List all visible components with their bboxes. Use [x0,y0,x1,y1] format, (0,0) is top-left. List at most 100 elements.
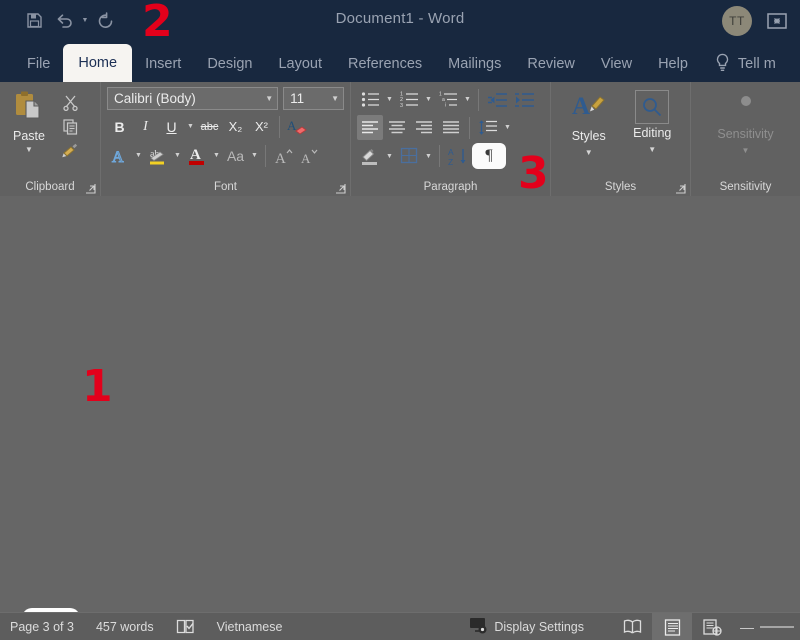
font-separator-2 [265,144,266,167]
zoom-out-button[interactable]: — [740,620,754,634]
document-canvas[interactable] [0,196,800,640]
editing-button-label: Editing [633,126,672,140]
styles-button[interactable]: A Styles ▼ [558,87,620,157]
font-dialog-launcher-icon[interactable] [334,182,346,194]
paste-button[interactable]: Paste ▼ [6,87,52,154]
styles-dropdown-caret[interactable]: ▼ [585,149,593,157]
decrease-indent-button[interactable] [484,87,510,112]
ribbon-display-options-icon[interactable] [766,10,788,32]
multilevel-list-button[interactable]: 1ai [435,87,461,112]
tab-layout[interactable]: Layout [265,46,335,82]
cut-button[interactable] [58,91,82,113]
tab-design[interactable]: Design [194,46,265,82]
sort-button[interactable]: AZ [445,144,471,169]
justify-button[interactable] [438,115,464,140]
tab-view[interactable]: View [588,46,645,82]
paragraph-group-label: Paragraph [423,181,478,193]
shading-dropdown-caret[interactable]: ▼ [384,144,395,169]
tab-insert[interactable]: Insert [132,46,194,82]
svg-text:A: A [275,151,286,166]
tab-file[interactable]: File [14,46,63,82]
change-case-dropdown-caret[interactable]: ▼ [249,143,260,168]
tab-help[interactable]: Help [645,46,701,82]
font-size-dropdown-caret[interactable]: ▼ [325,94,339,103]
display-settings-button[interactable]: Display Settings [469,617,612,637]
tab-home[interactable]: Home [63,44,133,82]
italic-button[interactable]: I [133,114,158,139]
paragraph-separator-1 [478,88,479,111]
paste-label: Paste [13,129,45,143]
sensitivity-dropdown-caret[interactable]: ▼ [742,147,750,155]
text-effects-button[interactable]: A [107,143,132,168]
shading-button[interactable] [357,144,383,169]
status-bar: Page 3 of 3 457 words Vietnamese Display… [0,612,800,640]
bullets-dropdown-caret[interactable]: ▼ [384,87,395,112]
styles-dialog-launcher-icon[interactable] [674,182,686,194]
text-effects-dropdown-caret[interactable]: ▼ [133,143,144,168]
underline-dropdown-caret[interactable]: ▼ [185,114,196,139]
highlight-dropdown-caret[interactable]: ▼ [172,143,183,168]
paragraph-separator-2 [469,116,470,139]
status-page[interactable]: Page 3 of 3 [10,620,74,634]
status-language[interactable]: Vietnamese [217,620,283,634]
font-color-button[interactable]: A [184,143,210,168]
format-painter-button[interactable] [58,139,82,161]
editing-dropdown-caret[interactable]: ▼ [648,146,656,154]
web-layout-button[interactable] [692,613,732,640]
tab-references[interactable]: References [335,46,435,82]
ribbon-group-clipboard: Paste ▼ Clipboard [0,82,100,196]
zoom-slider-track[interactable] [760,626,794,628]
window-title: Document1 - Word [335,10,465,27]
shrink-font-button[interactable]: A [297,143,322,168]
align-right-button[interactable] [411,115,437,140]
bold-button[interactable]: B [107,114,132,139]
svg-text:Z: Z [448,157,453,166]
copy-button[interactable] [58,115,82,137]
align-left-button[interactable] [357,115,383,140]
subscript-button[interactable]: X₂ [223,114,248,139]
increase-indent-button[interactable] [511,87,537,112]
read-mode-button[interactable] [612,613,652,640]
strikethrough-button[interactable]: abc [197,114,222,139]
multilevel-dropdown-caret[interactable]: ▼ [462,87,473,112]
sensitivity-button-label: Sensitivity [717,127,774,141]
svg-text:A: A [112,149,124,166]
sensitivity-button[interactable]: Sensitivity ▼ [701,87,791,155]
title-bar-right: TT [722,0,788,41]
numbering-button[interactable]: 123 [396,87,422,112]
bullets-button[interactable] [357,87,383,112]
sensitivity-group-label-row: Sensitivity [691,178,800,196]
numbering-dropdown-caret[interactable]: ▼ [423,87,434,112]
grow-font-button[interactable]: A [271,143,296,168]
borders-dropdown-caret[interactable]: ▼ [423,144,434,169]
tab-mailings[interactable]: Mailings [435,46,514,82]
paste-dropdown-caret[interactable]: ▼ [25,146,33,154]
sensitivity-group-label: Sensitivity [719,181,772,193]
clipboard-dialog-launcher-icon[interactable] [84,182,96,194]
line-spacing-button[interactable] [475,115,501,140]
proofing-errors-icon[interactable] [176,619,195,634]
print-layout-button[interactable] [652,613,692,640]
underline-button[interactable]: U [159,114,184,139]
tell-me-box[interactable]: Tell m [701,46,782,82]
line-spacing-dropdown-caret[interactable]: ▼ [502,115,513,140]
clear-formatting-button[interactable]: A [285,114,311,139]
avatar[interactable]: TT [722,5,752,36]
show-hide-formatting-marks-button[interactable]: ¶ [472,143,506,169]
align-center-button[interactable] [384,115,410,140]
font-name-dropdown-caret[interactable]: ▼ [259,94,273,103]
tab-review[interactable]: Review [514,46,588,82]
svg-text:3: 3 [400,103,403,108]
svg-text:A: A [287,118,297,133]
font-size-combo[interactable]: 11 ▼ [283,87,344,110]
borders-button[interactable] [396,144,422,169]
change-case-button[interactable]: Aa [223,143,248,168]
font-color-dropdown-caret[interactable]: ▼ [211,143,222,168]
font-name-combo[interactable]: Calibri (Body) ▼ [107,87,279,110]
text-highlight-color-button[interactable]: ab [145,143,171,168]
superscript-button[interactable]: X² [249,114,274,139]
zoom-slider[interactable]: — [732,620,800,634]
clipboard-group-label-row: Clipboard [0,178,100,196]
editing-button[interactable]: Editing ▼ [621,87,683,154]
status-word-count[interactable]: 457 words [96,620,154,634]
